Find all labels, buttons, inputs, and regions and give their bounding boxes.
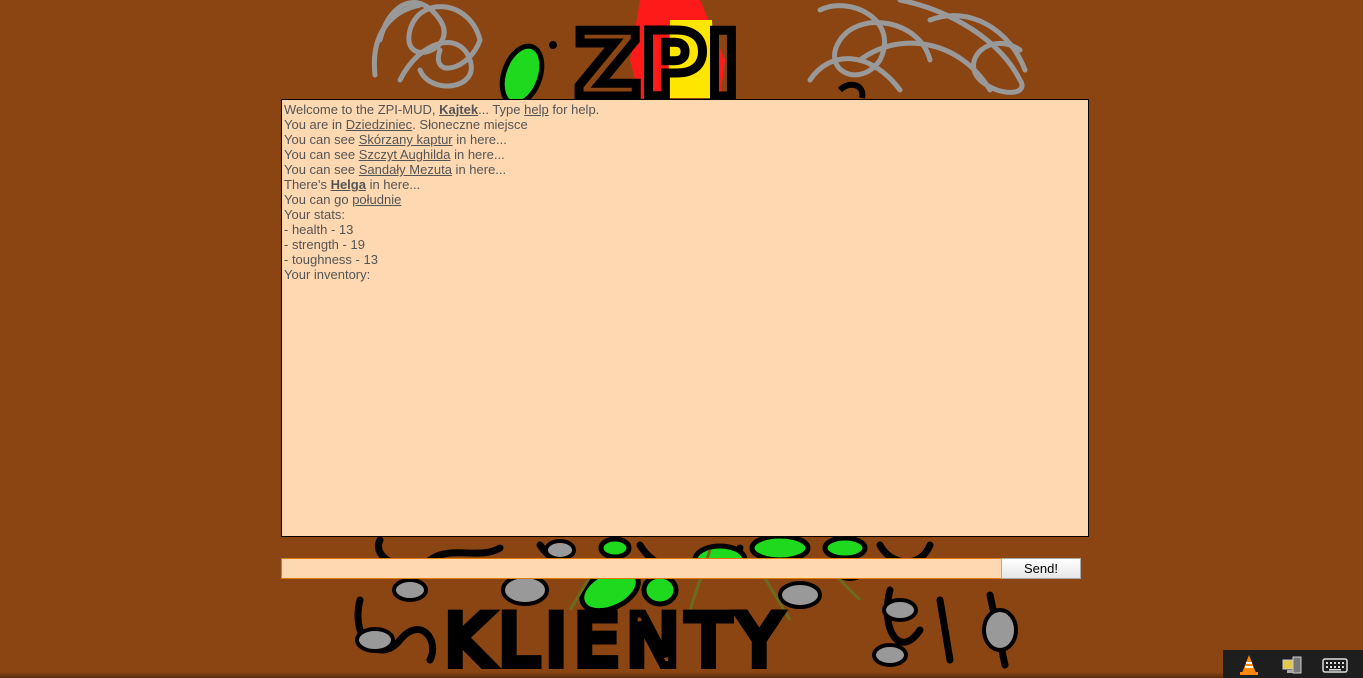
player-name-link[interactable]: Kajtek xyxy=(439,102,478,117)
stat-strength: - strength - 19 xyxy=(284,237,365,252)
item-link[interactable]: Skórzany kaptur xyxy=(359,132,453,147)
npc-link[interactable]: Helga xyxy=(331,177,366,192)
item-prefix: You can see xyxy=(284,147,359,162)
item-suffix: in here... xyxy=(452,132,507,147)
item-prefix: You can see xyxy=(284,162,359,177)
item-suffix: in here... xyxy=(451,162,507,177)
room-link[interactable]: Dziedziniec xyxy=(346,117,412,132)
game-output-console: Welcome to the ZPI-MUD, Kajtek... Type h… xyxy=(281,99,1089,537)
item-prefix: You can see xyxy=(284,132,359,147)
location-prefix: You are in xyxy=(284,117,346,132)
location-line: You are in Dziedziniec. Słoneczne miejsc… xyxy=(284,117,1086,132)
stat-health: - health - 13 xyxy=(284,222,354,237)
welcome-prefix: Welcome to the ZPI-MUD, xyxy=(284,102,440,117)
room-description: . Słoneczne miejsce xyxy=(412,117,528,132)
stats-header: Your stats: xyxy=(284,207,345,222)
item-link[interactable]: Sandały Mezuta xyxy=(359,162,452,177)
item-link[interactable]: Szczyt Aughilda xyxy=(359,147,451,162)
send-button[interactable]: Send! xyxy=(1001,558,1081,579)
npc-prefix: There's xyxy=(284,177,331,192)
network-icon[interactable] xyxy=(1279,654,1305,676)
npc-suffix: in here... xyxy=(365,177,421,192)
keyboard-icon[interactable] xyxy=(1322,654,1348,676)
item-suffix: in here... xyxy=(450,147,505,162)
command-input[interactable] xyxy=(281,558,1003,579)
system-tray xyxy=(1223,650,1363,678)
vlc-icon[interactable] xyxy=(1236,654,1262,676)
item-line: You can see Skórzany kaptur in here... xyxy=(284,132,1086,147)
welcome-middle: ... Type xyxy=(478,102,525,117)
welcome-suffix: for help. xyxy=(548,102,600,117)
mud-client-page: ZPI KLIENTY Welcome to the ZPI-MUD, Kajt… xyxy=(0,0,1363,678)
npc-line: There's Helga in here... xyxy=(284,177,1086,192)
exit-direction-link[interactable]: południe xyxy=(352,192,401,207)
stat-toughness: - toughness - 13 xyxy=(284,252,378,267)
help-link[interactable]: help xyxy=(524,102,549,117)
welcome-line: Welcome to the ZPI-MUD, Kajtek... Type h… xyxy=(284,102,1086,117)
svg-text:KLIENTY: KLIENTY xyxy=(445,600,789,678)
item-line: You can see Szczyt Aughilda in here... xyxy=(284,147,1086,162)
item-line: You can see Sandały Mezuta in here... xyxy=(284,162,1086,177)
inventory-header: Your inventory: xyxy=(284,267,371,282)
exits-prefix: You can go xyxy=(284,192,353,207)
taskbar-edge xyxy=(0,672,1363,678)
exits-line: You can go południe xyxy=(284,192,1086,207)
